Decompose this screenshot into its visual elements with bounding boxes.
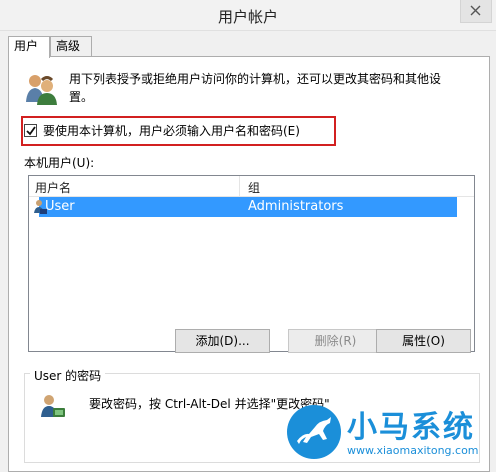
add-button[interactable]: 添加(D)... bbox=[175, 329, 270, 353]
require-login-checkbox[interactable] bbox=[24, 124, 37, 137]
close-button[interactable] bbox=[460, 0, 492, 23]
horse-logo-icon bbox=[287, 405, 341, 459]
title-bar: 用户帐户 bbox=[0, 0, 496, 31]
password-user-icon bbox=[41, 395, 65, 417]
watermark-url: www.xiaomaxitong.com bbox=[347, 444, 479, 457]
require-login-label[interactable]: 要使用本计算机，用户必须输入用户名和密码(E) bbox=[43, 122, 300, 139]
user-list-label: 本机用户(U): bbox=[24, 156, 95, 170]
watermark: 小马系统 www.xiaomaxitong.com bbox=[275, 398, 490, 466]
intro-text: 用下列表授予或拒绝用户访问你的计算机，还可以更改其密码和其他设置。 bbox=[69, 72, 442, 104]
row-username: User bbox=[45, 199, 75, 214]
column-header-group[interactable]: 组 bbox=[248, 179, 260, 196]
checkmark-icon bbox=[26, 126, 36, 136]
list-header: 用户名 组 bbox=[29, 176, 474, 197]
users-icon bbox=[26, 75, 57, 105]
close-icon bbox=[470, 5, 481, 16]
properties-button[interactable]: 属性(O) bbox=[376, 329, 471, 353]
watermark-title: 小马系统 bbox=[347, 410, 475, 445]
tab-advanced[interactable]: 高级 bbox=[50, 36, 92, 56]
row-group: Administrators bbox=[248, 199, 344, 214]
window-title: 用户帐户 bbox=[217, 8, 278, 26]
password-group-legend: User 的密码 bbox=[30, 367, 106, 384]
column-divider bbox=[239, 176, 240, 196]
column-header-username[interactable]: 用户名 bbox=[35, 179, 71, 196]
table-row[interactable]: User Administrators bbox=[34, 197, 457, 217]
user-list[interactable]: 用户名 组 User Administrators bbox=[28, 175, 475, 352]
tab-users[interactable]: 用户 bbox=[8, 36, 50, 58]
remove-button[interactable]: 删除(R) bbox=[288, 329, 383, 353]
